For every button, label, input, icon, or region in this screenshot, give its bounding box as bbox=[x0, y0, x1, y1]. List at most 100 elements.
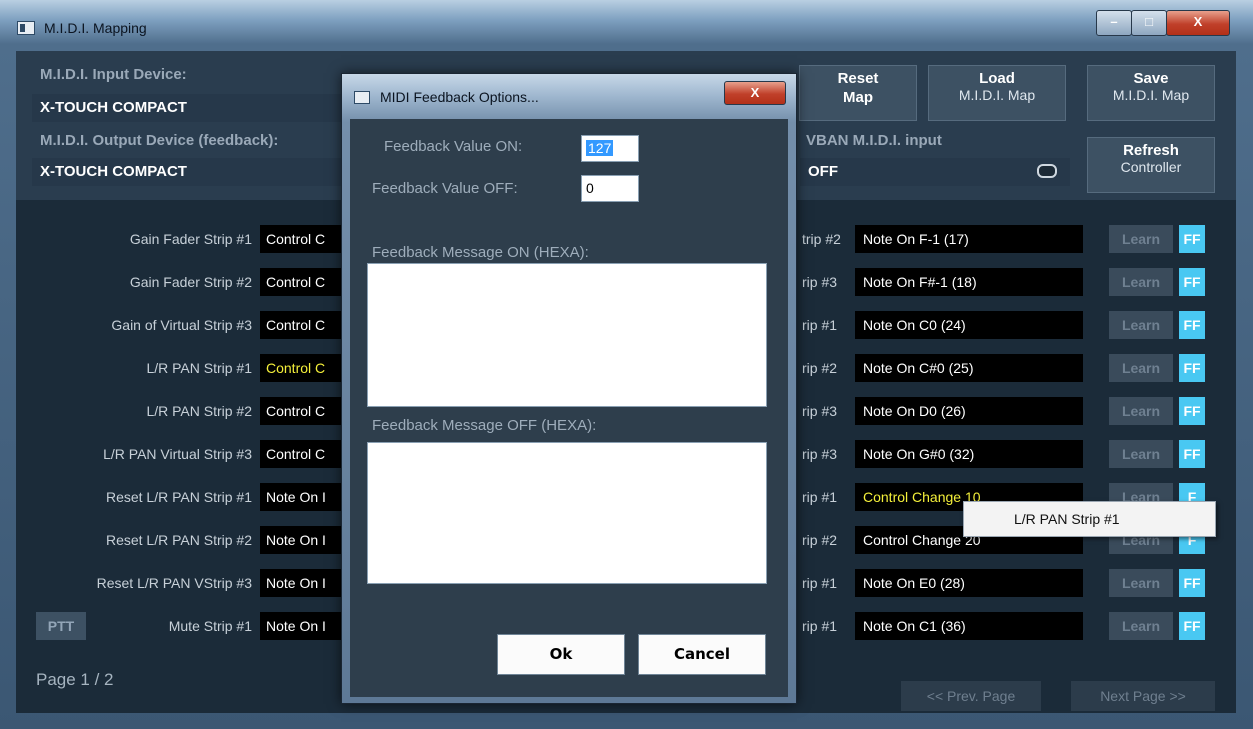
app-icon bbox=[17, 21, 35, 35]
refresh-line1: Refresh bbox=[1123, 142, 1179, 159]
learn-button[interactable]: Learn bbox=[1109, 612, 1173, 640]
midi-assignment-field[interactable]: Note On I bbox=[260, 569, 350, 597]
row-label: rip #3 bbox=[802, 274, 838, 290]
load-map-button[interactable]: Load M.I.D.I. Map bbox=[928, 65, 1066, 121]
row-label: rip #2 bbox=[802, 360, 838, 376]
reset-map-line2: Map bbox=[843, 89, 873, 106]
row-label: Reset L/R PAN Strip #2 bbox=[105, 532, 252, 548]
reset-map-line1: Reset bbox=[837, 70, 879, 87]
prev-page-button[interactable]: << Prev. Page bbox=[901, 681, 1041, 711]
row-label: L/R PAN Virtual Strip #3 bbox=[103, 446, 252, 462]
midi-assignment-field[interactable]: Note On C1 (36) bbox=[855, 612, 1083, 640]
output-device-select[interactable]: X-TOUCH COMPACT bbox=[32, 158, 352, 186]
feedback-button[interactable]: FF bbox=[1179, 311, 1205, 339]
title-bar: M.I.D.I. Mapping – □ X bbox=[0, 0, 1253, 46]
midi-assignment-field[interactable]: Note On I bbox=[260, 526, 350, 554]
row-label: rip #2 bbox=[802, 532, 838, 548]
page-indicator: Page 1 / 2 bbox=[36, 670, 114, 689]
message-on-textarea[interactable] bbox=[367, 263, 767, 407]
feedback-options-dialog: MIDI Feedback Options... X Feedback Valu… bbox=[341, 73, 797, 704]
context-menu: L/R PAN Strip #1 bbox=[963, 501, 1216, 537]
row-label: L/R PAN Strip #1 bbox=[146, 360, 252, 376]
row-label: rip #1 bbox=[802, 489, 838, 505]
window-title: M.I.D.I. Mapping bbox=[44, 20, 147, 36]
feedback-on-value: 127 bbox=[586, 140, 614, 156]
vban-midi-select[interactable]: OFF bbox=[800, 158, 1070, 186]
row-label: Gain of Virtual Strip #3 bbox=[111, 317, 252, 333]
learn-button[interactable]: Learn bbox=[1109, 440, 1173, 468]
load-map-line1: Load bbox=[979, 70, 1015, 87]
feedback-button[interactable]: FF bbox=[1179, 440, 1205, 468]
feedback-button[interactable]: FF bbox=[1179, 225, 1205, 253]
row-label: Gain Fader Strip #2 bbox=[129, 274, 252, 290]
feedback-button[interactable]: FF bbox=[1179, 569, 1205, 597]
vban-toggle-icon[interactable] bbox=[1037, 164, 1057, 178]
load-map-line2: M.I.D.I. Map bbox=[958, 87, 1036, 103]
message-on-label: Feedback Message ON (HEXA): bbox=[372, 244, 589, 261]
close-button[interactable]: X bbox=[1166, 10, 1230, 36]
ok-button[interactable]: Ok bbox=[497, 634, 625, 675]
midi-assignment-field[interactable]: Control C bbox=[260, 397, 350, 425]
learn-button[interactable]: Learn bbox=[1109, 397, 1173, 425]
feedback-on-input[interactable]: 127 bbox=[581, 135, 639, 162]
midi-assignment-field[interactable]: Control C bbox=[260, 354, 350, 382]
message-off-textarea[interactable] bbox=[367, 442, 767, 584]
minimize-button[interactable]: – bbox=[1096, 10, 1132, 36]
row-label: rip #1 bbox=[802, 317, 838, 333]
row-label: Reset L/R PAN Strip #1 bbox=[105, 489, 252, 505]
feedback-button[interactable]: FF bbox=[1179, 354, 1205, 382]
feedback-button[interactable]: FF bbox=[1179, 268, 1205, 296]
learn-button[interactable]: Learn bbox=[1109, 225, 1173, 253]
row-label: Reset L/R PAN VStrip #3 bbox=[96, 575, 252, 591]
midi-assignment-field[interactable]: Note On F-1 (17) bbox=[855, 225, 1083, 253]
ptt-button[interactable]: PTT bbox=[36, 612, 86, 640]
midi-assignment-field[interactable]: Note On I bbox=[260, 612, 350, 640]
dialog-title: MIDI Feedback Options... bbox=[380, 89, 539, 105]
midi-assignment-field[interactable]: Control C bbox=[260, 311, 350, 339]
midi-assignment-field[interactable]: Control C bbox=[260, 268, 350, 296]
save-map-button[interactable]: Save M.I.D.I. Map bbox=[1087, 65, 1215, 121]
refresh-controller-button[interactable]: Refresh Controller bbox=[1087, 137, 1215, 193]
feedback-off-input[interactable]: 0 bbox=[581, 175, 639, 202]
input-device-select[interactable]: X-TOUCH COMPACT bbox=[32, 94, 352, 122]
save-map-line2: M.I.D.I. Map bbox=[1112, 87, 1190, 103]
learn-button[interactable]: Learn bbox=[1109, 311, 1173, 339]
midi-assignment-field[interactable]: Note On C0 (24) bbox=[855, 311, 1083, 339]
learn-button[interactable]: Learn bbox=[1109, 268, 1173, 296]
midi-assignment-field[interactable]: Control C bbox=[260, 440, 350, 468]
midi-assignment-field[interactable]: Note On C#0 (25) bbox=[855, 354, 1083, 382]
maximize-button[interactable]: □ bbox=[1131, 10, 1167, 36]
refresh-line2: Controller bbox=[1120, 159, 1182, 175]
dialog-close-button[interactable]: X bbox=[724, 81, 786, 105]
midi-assignment-field[interactable]: Control C bbox=[260, 225, 350, 253]
row-label: rip #3 bbox=[802, 403, 838, 419]
output-device-label: M.I.D.I. Output Device (feedback): bbox=[40, 132, 279, 149]
row-label: rip #1 bbox=[802, 618, 838, 634]
input-device-label: M.I.D.I. Input Device: bbox=[40, 66, 187, 83]
feedback-on-label: Feedback Value ON: bbox=[384, 138, 523, 155]
learn-button[interactable]: Learn bbox=[1109, 354, 1173, 382]
midi-assignment-field[interactable]: Note On D0 (26) bbox=[855, 397, 1083, 425]
save-map-line1: Save bbox=[1133, 70, 1169, 87]
context-menu-item[interactable]: L/R PAN Strip #1 bbox=[1014, 511, 1120, 527]
cancel-button[interactable]: Cancel bbox=[638, 634, 766, 675]
reset-map-button[interactable]: Reset Map bbox=[799, 65, 917, 121]
message-off-label: Feedback Message OFF (HEXA): bbox=[372, 417, 597, 434]
row-label: L/R PAN Strip #2 bbox=[146, 403, 252, 419]
midi-assignment-field[interactable]: Note On E0 (28) bbox=[855, 569, 1083, 597]
dialog-title-bar: MIDI Feedback Options... X bbox=[342, 74, 796, 114]
midi-assignment-field[interactable]: Note On G#0 (32) bbox=[855, 440, 1083, 468]
feedback-button[interactable]: FF bbox=[1179, 612, 1205, 640]
row-label: trip #2 bbox=[802, 231, 841, 247]
row-label: rip #1 bbox=[802, 575, 838, 591]
next-page-button[interactable]: Next Page >> bbox=[1071, 681, 1215, 711]
row-label: Gain Fader Strip #1 bbox=[129, 231, 252, 247]
learn-button[interactable]: Learn bbox=[1109, 569, 1173, 597]
row-label: rip #3 bbox=[802, 446, 838, 462]
feedback-button[interactable]: FF bbox=[1179, 397, 1205, 425]
dialog-app-icon bbox=[354, 91, 370, 104]
midi-assignment-field[interactable]: Note On I bbox=[260, 483, 350, 511]
midi-assignment-field[interactable]: Note On F#-1 (18) bbox=[855, 268, 1083, 296]
vban-midi-label: VBAN M.I.D.I. input bbox=[806, 132, 942, 149]
dialog-body: Feedback Value ON: 127 Feedback Value OF… bbox=[350, 119, 788, 697]
